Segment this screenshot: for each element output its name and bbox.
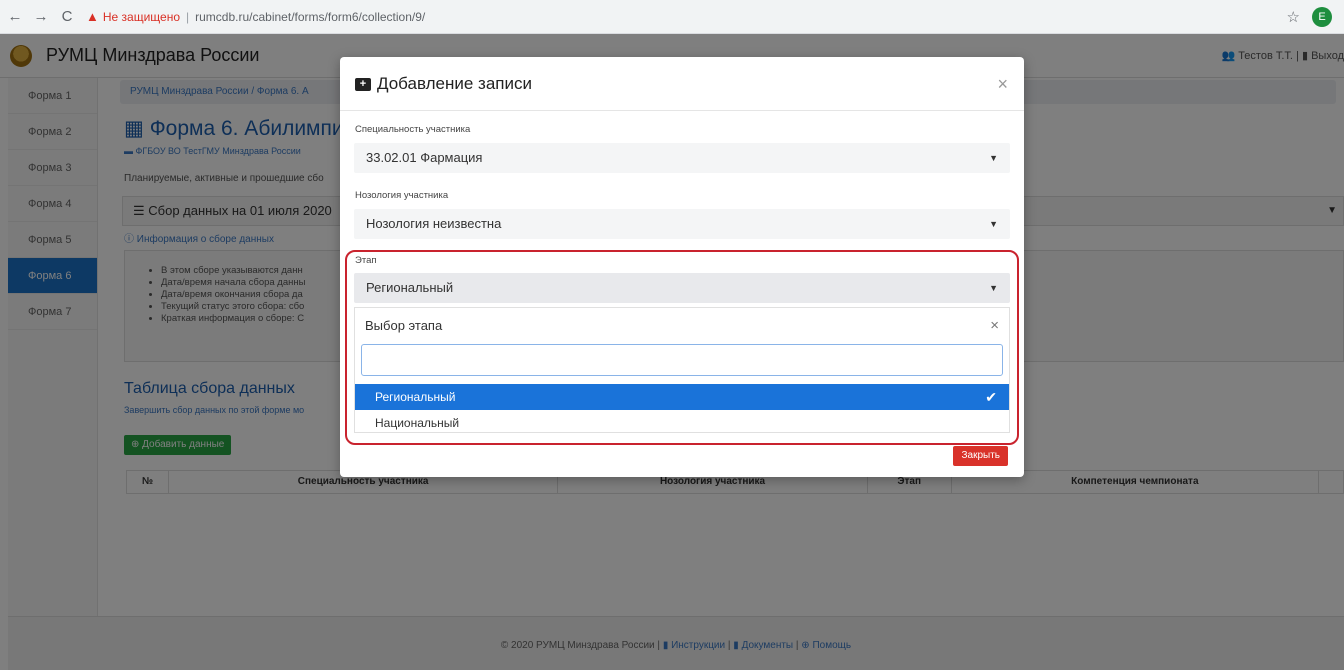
address-separator: |	[186, 9, 190, 24]
modal-header: + Добавление записи ×	[340, 57, 1024, 111]
specialty-label: Специальность участника	[355, 124, 471, 135]
bookmark-star-icon[interactable]: ☆	[1287, 8, 1300, 26]
reload-icon[interactable]: C	[56, 8, 78, 25]
modal-title-text: Добавление записи	[377, 74, 532, 93]
url-text[interactable]: rumcdb.ru/cabinet/forms/form6/collection…	[195, 10, 425, 24]
browser-toolbar: ← → C ▲ Не защищено | rumcdb.ru/cabinet/…	[0, 0, 1344, 34]
caret-down-icon: ▼	[989, 219, 998, 229]
back-icon[interactable]: ←	[4, 8, 26, 25]
caret-down-icon: ▼	[989, 153, 998, 163]
highlight-frame	[345, 250, 1019, 445]
forward-icon[interactable]: →	[30, 8, 52, 25]
profile-avatar[interactable]: E	[1312, 7, 1332, 27]
folder-plus-icon: +	[355, 77, 371, 91]
nosology-label: Нозология участника	[355, 190, 449, 201]
address-bar[interactable]: ▲ Не защищено | rumcdb.ru/cabinet/forms/…	[86, 9, 425, 24]
warning-icon: ▲	[86, 9, 99, 24]
nosology-value: Нозология неизвестна	[366, 216, 502, 231]
modal-title: + Добавление записи	[355, 74, 532, 94]
close-button[interactable]: Закрыть	[953, 446, 1008, 466]
specialty-value: 33.02.01 Фармация	[366, 150, 483, 165]
specialty-select[interactable]: 33.02.01 Фармация ▼	[354, 143, 1010, 173]
nosology-select[interactable]: Нозология неизвестна ▼	[354, 209, 1010, 239]
close-icon[interactable]: ×	[997, 74, 1008, 95]
security-label[interactable]: Не защищено	[103, 10, 180, 24]
